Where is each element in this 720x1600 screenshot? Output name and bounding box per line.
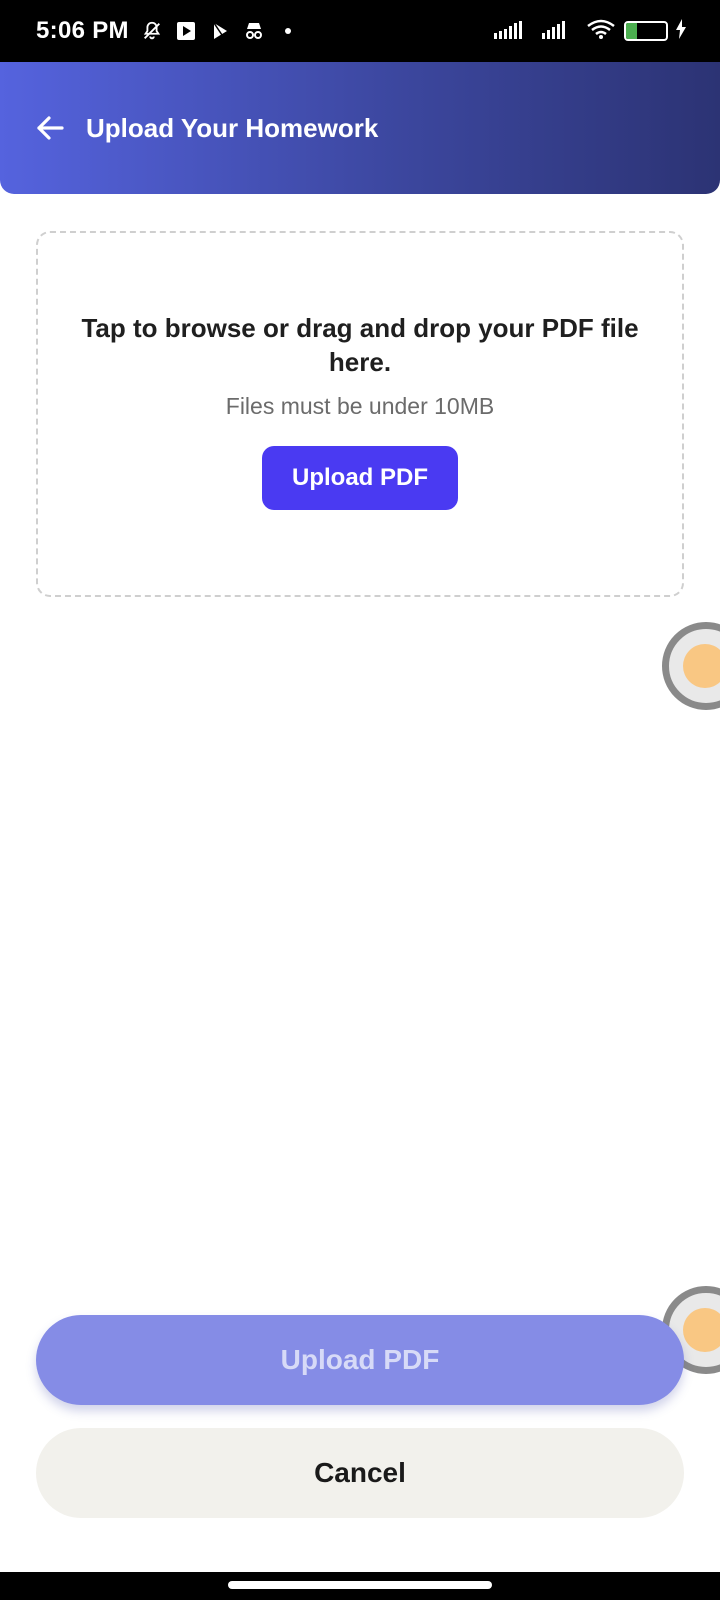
status-time: 5:06 PM bbox=[36, 17, 129, 44]
signal-icon-2 bbox=[542, 19, 578, 44]
battery-icon: 27 bbox=[624, 21, 668, 41]
charging-icon bbox=[676, 18, 686, 44]
dot-icon bbox=[277, 20, 299, 42]
floating-widget-icon bbox=[683, 644, 720, 688]
back-button[interactable] bbox=[32, 110, 68, 146]
upload-pdf-select-button[interactable]: Upload PDF bbox=[262, 446, 458, 510]
page-title: Upload Your Homework bbox=[86, 112, 379, 143]
cancel-button[interactable]: Cancel bbox=[36, 1428, 684, 1518]
status-left: 5:06 PM bbox=[36, 17, 299, 45]
dropzone-title: Tap to browse or drag and drop your PDF … bbox=[81, 313, 639, 377]
dropzone-subtitle: Files must be under 10MB bbox=[225, 393, 495, 419]
status-bar: 5:06 PM 27 bbox=[0, 0, 720, 62]
status-right: 27 bbox=[494, 18, 686, 45]
battery-level: 27 bbox=[638, 23, 654, 39]
signal-icon bbox=[494, 19, 534, 44]
pdf-dropzone[interactable]: Tap to browse or drag and drop your PDF … bbox=[36, 231, 684, 597]
home-indicator[interactable] bbox=[228, 1581, 492, 1589]
arrow-left-icon bbox=[37, 116, 64, 140]
play-box-icon bbox=[175, 20, 197, 42]
play-store-icon bbox=[209, 20, 231, 42]
incognito-icon bbox=[243, 20, 265, 42]
floating-widget-icon-2 bbox=[683, 1308, 720, 1352]
floating-assistant-widget[interactable] bbox=[662, 622, 720, 710]
wifi-icon bbox=[586, 18, 616, 45]
upload-pdf-submit-button[interactable]: Upload PDF bbox=[36, 1315, 684, 1405]
app-header: Upload Your Homework bbox=[0, 62, 720, 194]
bell-off-icon bbox=[141, 20, 163, 42]
